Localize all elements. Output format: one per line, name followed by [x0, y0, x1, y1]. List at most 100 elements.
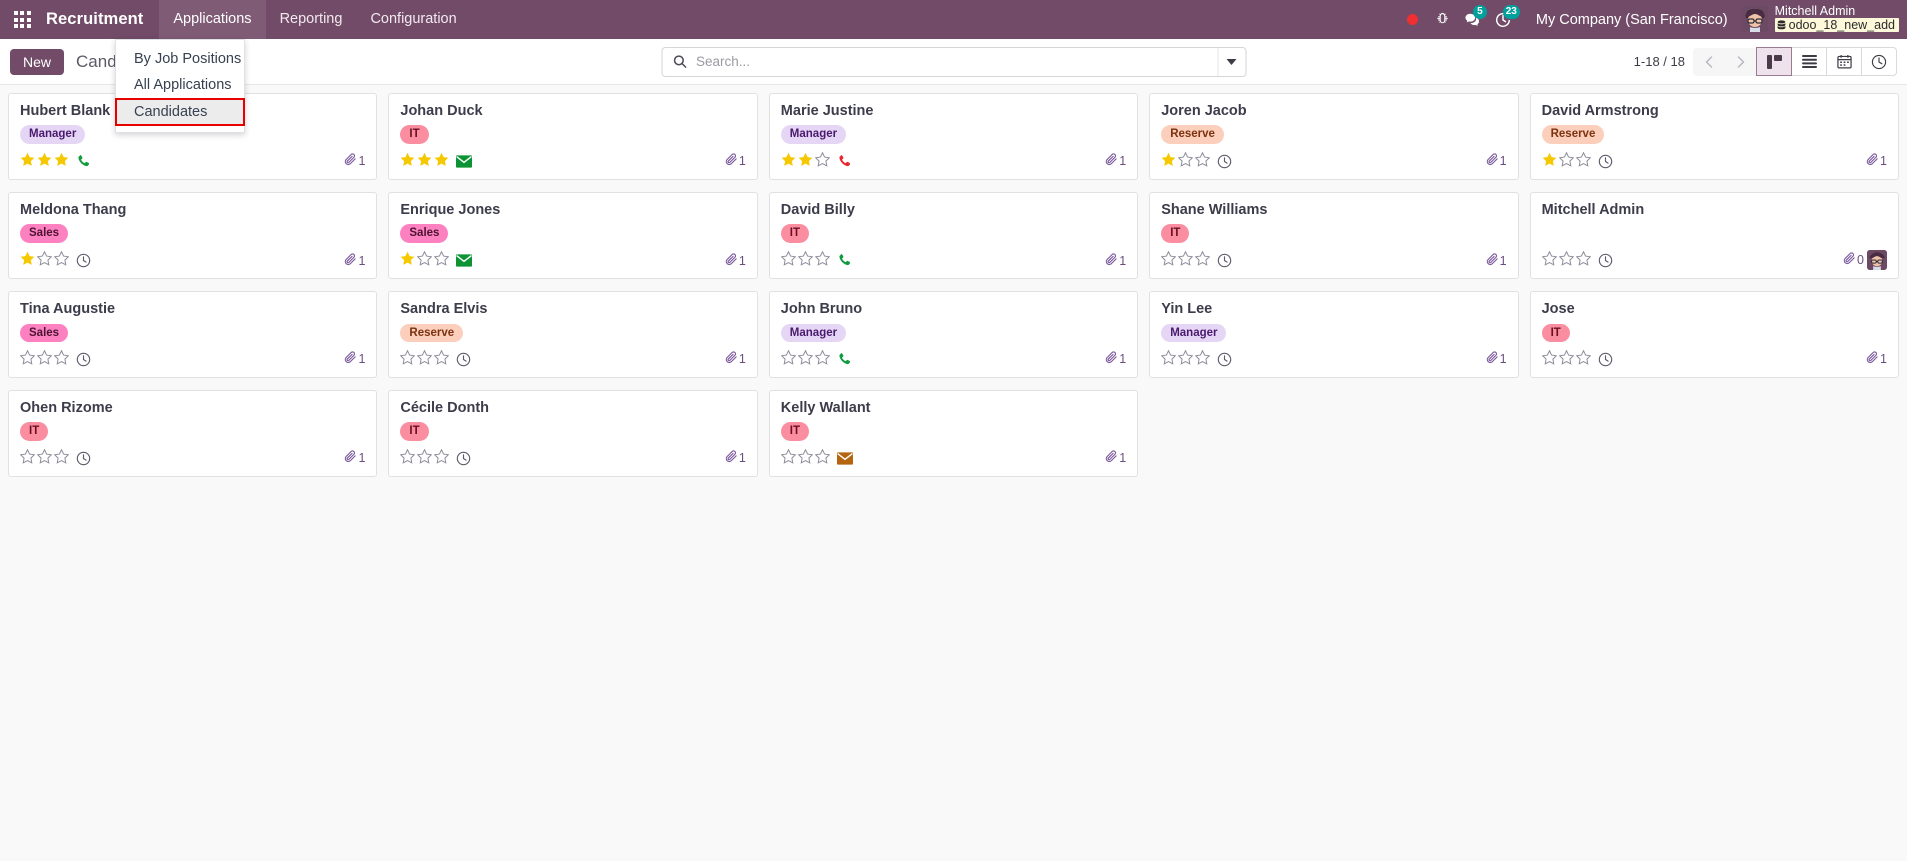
activity-clock-icon[interactable]: [1217, 352, 1232, 367]
candidate-tag[interactable]: Manager: [780, 323, 847, 342]
attachment-count[interactable]: 1: [725, 450, 746, 466]
rating-star[interactable]: [1575, 349, 1592, 369]
rating-star[interactable]: [1575, 250, 1592, 270]
rating-star[interactable]: [20, 152, 35, 171]
rating-star[interactable]: [1194, 349, 1211, 369]
rating-star[interactable]: [19, 349, 36, 369]
rating-stars[interactable]: [1542, 151, 1592, 171]
kanban-view-icon[interactable]: [1756, 47, 1792, 76]
rating-star[interactable]: [1558, 151, 1575, 171]
kanban-card[interactable]: Johan Duck IT 1: [388, 93, 758, 180]
attachment-count[interactable]: 1: [1486, 153, 1507, 169]
candidate-tag[interactable]: IT: [1541, 323, 1570, 342]
kanban-card[interactable]: Kelly Wallant IT 1: [768, 389, 1139, 477]
kanban-card[interactable]: Meldona Thang Sales 1: [8, 191, 378, 280]
rating-star[interactable]: [53, 349, 70, 369]
attachment-count[interactable]: 1: [1866, 153, 1887, 169]
rating-star[interactable]: [797, 448, 814, 468]
rating-stars[interactable]: [399, 448, 450, 468]
rating-star[interactable]: [399, 448, 416, 468]
rating-star[interactable]: [1194, 250, 1211, 270]
rating-star[interactable]: [780, 349, 797, 369]
rating-stars[interactable]: [400, 250, 450, 270]
attachment-count[interactable]: 1: [1105, 253, 1126, 269]
rating-star[interactable]: [433, 250, 450, 270]
attachment-count[interactable]: 1: [1105, 450, 1126, 466]
menu-reporting[interactable]: Reporting: [266, 0, 357, 39]
apps-grid-icon[interactable]: [0, 0, 44, 39]
kanban-card[interactable]: Mitchell Admin 0: [1529, 191, 1899, 280]
rating-star[interactable]: [1558, 250, 1575, 270]
rating-star[interactable]: [434, 152, 449, 171]
attachment-count[interactable]: 1: [1105, 351, 1126, 367]
attachment-count[interactable]: 1: [344, 153, 365, 169]
rating-star[interactable]: [781, 152, 796, 171]
company-selector[interactable]: My Company (San Francisco): [1522, 12, 1740, 28]
kanban-card[interactable]: Enrique Jones Sales 1: [388, 191, 758, 280]
calendar-view-icon[interactable]: [1826, 47, 1862, 76]
activity-clock-icon[interactable]: [76, 451, 91, 466]
candidate-tag[interactable]: IT: [1161, 224, 1190, 243]
list-view-icon[interactable]: [1791, 47, 1827, 76]
activity-clock-icon[interactable]: [456, 352, 471, 367]
candidate-tag[interactable]: Sales: [20, 224, 69, 243]
rating-stars[interactable]: [1160, 250, 1211, 270]
kanban-card[interactable]: Tina Augustie Sales 1: [8, 291, 378, 378]
rating-star[interactable]: [1160, 349, 1177, 369]
attachment-count[interactable]: 1: [725, 153, 746, 169]
rating-star[interactable]: [1541, 349, 1558, 369]
activity-mail-icon[interactable]: [456, 155, 473, 168]
rating-star[interactable]: [416, 448, 433, 468]
candidate-tag[interactable]: Reserve: [1161, 125, 1224, 144]
rating-star[interactable]: [1194, 151, 1211, 171]
rating-stars[interactable]: [400, 152, 449, 171]
candidate-tag[interactable]: Manager: [20, 125, 86, 144]
rating-stars[interactable]: [781, 151, 831, 171]
rating-star[interactable]: [400, 251, 415, 270]
chevron-down-icon[interactable]: [1217, 47, 1245, 76]
rating-star[interactable]: [417, 152, 432, 171]
attachment-count[interactable]: 1: [725, 351, 746, 367]
rating-star[interactable]: [797, 250, 814, 270]
attachment-count[interactable]: 1: [1866, 351, 1887, 367]
rating-star[interactable]: [20, 251, 35, 270]
rating-stars[interactable]: [19, 349, 70, 369]
rating-star[interactable]: [53, 250, 70, 270]
rating-star[interactable]: [1575, 151, 1592, 171]
rating-stars[interactable]: [780, 349, 831, 369]
rating-star[interactable]: [399, 349, 416, 369]
rating-star[interactable]: [53, 448, 70, 468]
app-brand-recruitment[interactable]: Recruitment: [44, 0, 159, 39]
attachment-count[interactable]: 1: [344, 253, 365, 269]
activity-clock-icon[interactable]: [1598, 154, 1613, 169]
attachment-count[interactable]: 1: [1486, 351, 1507, 367]
user-menu[interactable]: Mitchell Admin odoo_18_new_add: [1740, 4, 1899, 36]
rating-star[interactable]: [1177, 349, 1194, 369]
rating-stars[interactable]: [1541, 250, 1592, 270]
rating-star[interactable]: [1542, 152, 1557, 171]
rating-star[interactable]: [433, 349, 450, 369]
candidate-tag[interactable]: Sales: [400, 224, 449, 243]
rating-star[interactable]: [1161, 152, 1176, 171]
candidate-tag[interactable]: Reserve: [400, 323, 464, 342]
kanban-card[interactable]: Ohen Rizome IT 1: [8, 389, 378, 477]
activity-phone-icon[interactable]: [837, 352, 852, 367]
kanban-card[interactable]: John Bruno Manager 1: [768, 291, 1139, 378]
menu-applications[interactable]: Applications: [159, 0, 266, 39]
activity-clock-icon[interactable]: [456, 451, 471, 466]
candidate-tag[interactable]: IT: [400, 422, 429, 441]
bug-icon[interactable]: [1428, 0, 1458, 39]
previous-page-button[interactable]: [1693, 47, 1725, 76]
record-dot-icon[interactable]: [1398, 0, 1428, 39]
candidate-tag[interactable]: Manager: [1161, 323, 1227, 342]
kanban-card[interactable]: Cécile Donth IT 1: [388, 389, 758, 477]
kanban-card[interactable]: Jose IT 1: [1529, 291, 1899, 378]
rating-star[interactable]: [1177, 250, 1194, 270]
kanban-card[interactable]: David Billy IT 1: [768, 191, 1139, 280]
dropdown-item-by-job-positions[interactable]: By Job Positions: [116, 46, 244, 72]
new-button[interactable]: New: [10, 48, 65, 75]
activity-clock-icon[interactable]: [1217, 253, 1232, 268]
rating-stars[interactable]: [780, 250, 831, 270]
search-input[interactable]: [696, 47, 1217, 76]
activity-clock-icon[interactable]: [1217, 154, 1232, 169]
